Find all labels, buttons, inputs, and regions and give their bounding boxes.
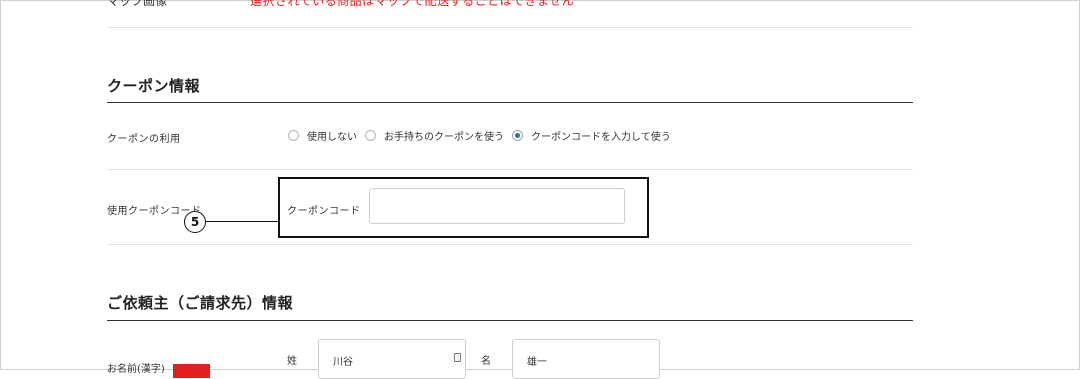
autofill-icon[interactable]: ⋮	[454, 353, 461, 362]
radio-button-selected[interactable]	[512, 130, 523, 141]
coupon-usage-label: クーポンの利用	[107, 134, 181, 145]
row-divider	[107, 27, 913, 28]
radio-option-enter-code[interactable]: クーポンコードを入力して使う	[512, 128, 671, 143]
row-divider	[107, 169, 913, 170]
coupon-usage-radio-group: 使用しない お手持ちのクーポンを使う クーポンコードを入力して使う	[288, 128, 679, 143]
section-divider	[107, 102, 913, 103]
radio-option-own-coupon[interactable]: お手持ちのクーポンを使う	[365, 128, 504, 143]
first-name-input[interactable]: 雄一	[512, 339, 660, 379]
section-divider	[107, 320, 913, 321]
radio-label: お手持ちのクーポンを使う	[384, 132, 504, 143]
coupon-code-input[interactable]	[369, 188, 625, 224]
required-badge	[173, 364, 210, 378]
name-row-label: お名前(漢字)	[107, 364, 165, 375]
first-name-label: 名	[481, 356, 491, 367]
requester-section-title: ご依頼主（ご請求先）情報	[107, 294, 294, 312]
radio-label: クーポンコードを入力して使う	[531, 132, 671, 143]
coupon-section-title: クーポン情報	[107, 77, 201, 95]
callout-connector-line	[206, 221, 279, 222]
row-divider	[107, 244, 913, 245]
delivery-notice: 選択されている商品はマップで配送することはできません	[250, 0, 575, 8]
radio-button[interactable]	[288, 130, 299, 141]
radio-button[interactable]	[365, 130, 376, 141]
last-name-label: 姓	[287, 356, 297, 367]
coupon-code-field-label: クーポンコード	[287, 206, 361, 217]
first-name-value: 雄一	[527, 357, 547, 368]
map-image-label: マップ画像	[107, 0, 168, 8]
last-name-input[interactable]: 川谷 ⋮	[318, 339, 466, 379]
callout-number-badge: 5	[184, 211, 206, 233]
radio-label: 使用しない	[307, 132, 357, 143]
last-name-value: 川谷	[333, 357, 353, 368]
radio-option-no-coupon[interactable]: 使用しない	[288, 128, 357, 143]
